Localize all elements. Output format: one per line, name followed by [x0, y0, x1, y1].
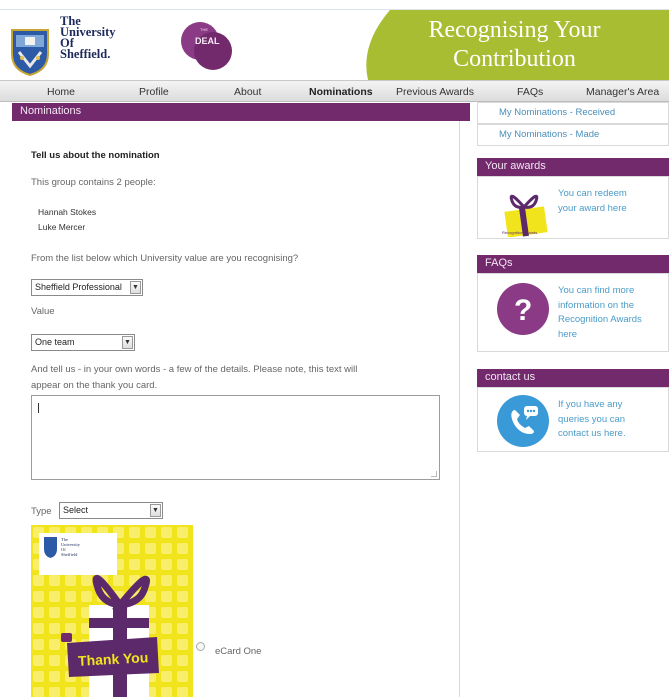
nav-home[interactable]: Home [47, 86, 75, 98]
nav-nominations[interactable]: Nominations [309, 86, 373, 98]
my-nominations-received-link[interactable]: My Nominations - Received [477, 102, 669, 124]
contact-text-line: If you have any [558, 399, 623, 410]
details-instruction: appear on the thank you card. [31, 380, 158, 391]
value-group-select[interactable]: Sheffield Professional ▼ [31, 279, 143, 296]
resize-grip-icon[interactable] [431, 471, 437, 477]
ecard-radio[interactable] [196, 642, 205, 651]
value-group-selected: Sheffield Professional [35, 282, 122, 292]
contact-us-header: contact us [477, 369, 669, 387]
faqs-text-line: information on the [558, 299, 635, 311]
phone-icon[interactable] [496, 394, 550, 448]
deal-logo: THE DEAL [181, 22, 232, 70]
my-nominations-made-link[interactable]: My Nominations - Made [477, 124, 669, 146]
your-awards-box: Recognition Awards You can redeem your a… [477, 176, 669, 239]
faqs-box: ? You can find more information on the R… [477, 273, 669, 352]
faqs-text-line: Recognition Awards [558, 314, 642, 325]
university-line: Sheffield. [60, 47, 111, 61]
banner-line: Recognising Your [428, 17, 601, 43]
contact-text-line: queries you can [558, 413, 626, 425]
awards-text-line: your award here [558, 202, 627, 214]
type-select[interactable]: Select ▼ [59, 502, 163, 519]
nav-previous-awards[interactable]: Previous Awards [396, 86, 474, 98]
chevron-down-icon: ▼ [150, 504, 161, 517]
section-title: Nominations [12, 103, 470, 121]
details-textarea[interactable] [31, 395, 440, 480]
contact-us-link[interactable]: If you have any queries you can contact … [558, 398, 626, 442]
value-label: Value [31, 306, 55, 317]
faqs-link[interactable]: You can find more information on the Rec… [558, 284, 642, 342]
details-instruction: And tell us - in your own words - a few … [31, 364, 358, 375]
faqs-text-line: here [558, 328, 578, 340]
nav-managers-area[interactable]: Manager's Area [586, 86, 659, 98]
text-caret [38, 403, 39, 413]
redeem-award-link[interactable]: You can redeem your award here [558, 187, 627, 216]
person-name: Luke Mercer [38, 222, 86, 232]
question-mark-icon[interactable]: ? [496, 282, 550, 336]
value-question: From the list below which University val… [31, 253, 299, 264]
gift-box-icon[interactable]: Recognition Awards [498, 187, 550, 237]
value-selected: One team [35, 337, 75, 347]
faq-icon-glyph: ? [514, 294, 532, 327]
value-select[interactable]: One team ▼ [31, 334, 135, 351]
form-heading: Tell us about the nomination [31, 150, 160, 161]
top-rule [0, 0, 669, 10]
nav-profile[interactable]: Profile [139, 86, 169, 98]
chevron-down-icon: ▼ [122, 336, 133, 349]
main-nav: Home Profile About Nominations Previous … [0, 80, 669, 102]
university-crest-icon[interactable] [10, 28, 50, 76]
person-name: Hannah Stokes [38, 207, 97, 217]
ecard-preview[interactable]: The University Of Sheffield Thank You [31, 525, 193, 697]
type-label: Type [31, 506, 52, 517]
university-name[interactable]: The University Of Sheffield. [60, 15, 116, 61]
ecard-option-label: eCard One [215, 646, 262, 657]
nav-about[interactable]: About [234, 86, 261, 98]
chevron-down-icon: ▼ [130, 281, 141, 294]
ecard-artwork: The University Of Sheffield Thank You [31, 525, 193, 697]
group-size-text: This group contains 2 people: [31, 177, 156, 188]
awards-text-line: You can redeem [558, 188, 627, 199]
awards-image-caption: Recognition Awards [502, 230, 537, 235]
banner-title: Recognising Your Contribution [360, 16, 669, 74]
faqs-header: FAQs [477, 255, 669, 273]
contact-us-box: If you have any queries you can contact … [477, 387, 669, 452]
your-awards-header: Your awards [477, 158, 669, 176]
svg-text:THE: THE [200, 27, 208, 32]
deal-logo-text: DEAL [195, 36, 220, 46]
banner-line: Contribution [453, 46, 576, 72]
ecard-logo-line: Sheffield [61, 552, 78, 557]
faqs-text-line: You can find more [558, 285, 635, 296]
type-selected: Select [63, 505, 89, 515]
nav-faqs[interactable]: FAQs [517, 86, 543, 98]
contact-text-line: contact us here. [558, 428, 626, 439]
